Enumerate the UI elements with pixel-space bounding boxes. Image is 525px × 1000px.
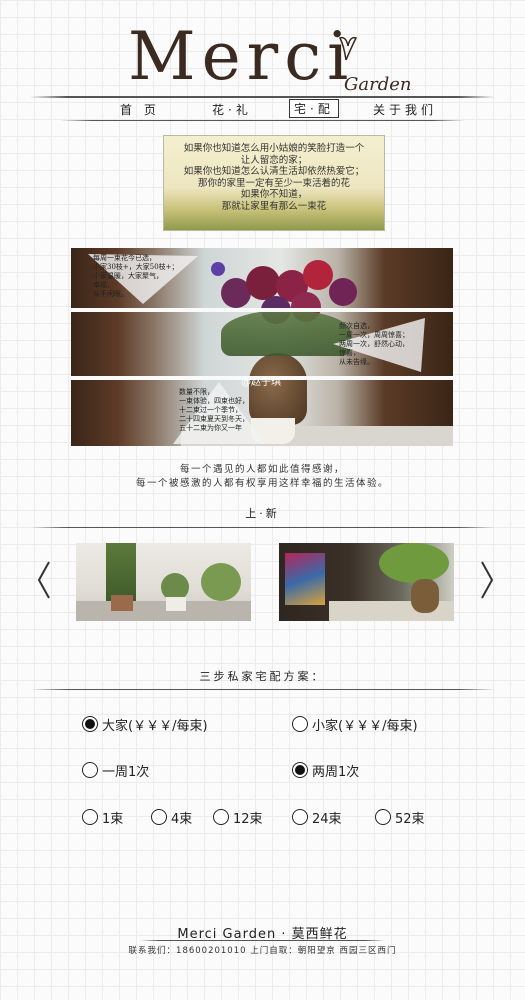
intro-box: 如果你也知道怎么用小姑娘的笑脸打造一个 让人留恋的家； 如果你也知道怎么认清生活…: [163, 135, 385, 231]
option-label: 1束: [102, 811, 124, 827]
image-band: [71, 308, 453, 312]
note-line: 幸福，: [93, 281, 114, 289]
carousel-next-button[interactable]: [479, 560, 495, 609]
plant: [379, 543, 449, 583]
section-divider: [30, 689, 495, 690]
note-line: 小家温暖，大家聚气，: [93, 272, 163, 280]
intro-line: 如果你不知道，: [240, 189, 308, 200]
carousel-thumb-plants[interactable]: [76, 543, 251, 621]
option-label: 小家(￥￥￥/每束): [312, 718, 418, 734]
radio-icon[interactable]: [375, 809, 391, 825]
option-label: 52束: [395, 811, 425, 827]
chevron-right-icon: [481, 561, 494, 599]
option-label: 4束: [171, 811, 193, 827]
flower: [246, 266, 280, 300]
note-line: 惊喜，: [339, 349, 360, 357]
radio-icon[interactable]: [82, 716, 98, 732]
tagline-line: 每一个被感激的人都有权享用这样幸福的生活体验。: [135, 478, 389, 489]
radio-icon[interactable]: [151, 809, 167, 825]
plant: [106, 543, 136, 603]
note-line: 数量不限，: [179, 388, 214, 396]
note-line: 从不闲眼。: [93, 290, 128, 298]
option-label: 一周1次: [102, 764, 150, 780]
flower: [303, 260, 333, 290]
plant: [201, 563, 241, 601]
nav-item-gifts[interactable]: 花·礼: [212, 101, 252, 118]
hero-note-bottom: 数量不限， 一束体验，四束也好， 十二束过一个季节， 二十四束夏天到冬天， 五十…: [179, 388, 249, 433]
option-label: 24束: [312, 811, 342, 827]
radio-dot: [85, 719, 95, 729]
chevron-left-icon: [37, 561, 50, 599]
nav-item-home[interactable]: 首 页: [120, 101, 160, 118]
logo-text: Merci: [128, 18, 355, 95]
note-line: 从未告缘。: [339, 358, 374, 366]
flower: [329, 278, 357, 306]
radio-dot: [295, 765, 305, 775]
pot: [166, 597, 186, 611]
intro-line: 让人留恋的家；: [240, 154, 308, 166]
intro-line: 如果你也知道怎么认清生活却依然热爱它；: [183, 166, 365, 177]
note-line: 十二束过一个季节，: [179, 406, 242, 414]
header-divider: [30, 96, 495, 98]
intro-line: 如果你也知道怎么用小姑娘的笑脸打造一个: [183, 143, 365, 154]
note-line: 一束体验，四束也好，: [179, 397, 249, 405]
option-label: 两周1次: [312, 764, 360, 780]
option-size-small[interactable]: 小家(￥￥￥/每束): [292, 713, 418, 735]
section-divider: [30, 527, 495, 528]
carousel-prev-button[interactable]: [36, 560, 52, 609]
watermark: @赵子琪: [241, 377, 281, 388]
radio-icon[interactable]: [82, 762, 98, 778]
carousel-thumb-table[interactable]: [279, 543, 454, 621]
shelf: [76, 601, 251, 621]
option-qty-1[interactable]: 1束: [82, 806, 123, 828]
hero-note-left: 每周一束花今已选， 小家30枝+，大家50枝+； 小家温暖，大家聚气， 幸福， …: [93, 254, 179, 299]
section-title-new: 上·新: [245, 507, 280, 520]
intro-line: 那就让家里有那么一束花: [221, 200, 327, 212]
hero-note-right: 频次自选， 一周一次，周周惊喜； 两周一次，舒然心动， 惊喜， 从未告缘。: [339, 322, 409, 367]
note-line: 两周一次，舒然心动，: [339, 340, 409, 348]
note-line: 五十二束为你又一年: [179, 424, 242, 432]
flower: [211, 262, 225, 276]
note-line: 每周一束花今已选，: [93, 254, 156, 262]
option-freq-biweekly[interactable]: 两周1次: [292, 759, 359, 781]
note-line: 一周一次，周周惊喜；: [339, 331, 409, 339]
option-freq-weekly[interactable]: 一周1次: [82, 759, 149, 781]
radio-icon[interactable]: [292, 809, 308, 825]
tagline: 每一个遇见的人都如此值得感谢， 每一个被感激的人都有权享用这样幸福的生活体验。: [0, 463, 525, 491]
option-label: 12束: [233, 811, 263, 827]
nav-item-about[interactable]: 关于我们: [373, 101, 437, 118]
intro-line: 那你的家里一定有至少一束活着的花: [197, 177, 350, 189]
option-qty-12[interactable]: 12束: [213, 806, 263, 828]
radio-icon[interactable]: [213, 809, 229, 825]
radio-icon[interactable]: [292, 716, 308, 732]
option-label: 大家(￥￥￥/每束): [102, 718, 208, 734]
note-line: 频次自选，: [339, 322, 374, 330]
footer-divider: [140, 940, 385, 941]
option-qty-52[interactable]: 52束: [375, 806, 425, 828]
note-line: 小家30枝+，大家50枝+；: [93, 263, 179, 271]
leaf-icon: [338, 36, 358, 61]
option-qty-24[interactable]: 24束: [292, 806, 342, 828]
radio-icon[interactable]: [292, 762, 308, 778]
nav-item-delivery[interactable]: 宅·配: [289, 99, 339, 118]
brand-logo[interactable]: Merci Garden: [128, 14, 428, 100]
logo-subtext: Garden: [344, 74, 412, 95]
decor: [285, 553, 325, 605]
nav-divider: [60, 120, 465, 121]
section-title-plan: 三步私家宅配方案：: [199, 670, 326, 683]
vase: [411, 579, 439, 613]
main-nav: 首 页 花·礼 宅·配 关于我们: [0, 99, 525, 119]
note-line: 二十四束夏天到冬天，: [179, 415, 249, 423]
footer-contact: 联系我们：18600201010 上门自取：朝阳望京 西园三区西门: [128, 946, 397, 956]
hero-image: 每周一束花今已选， 小家30枝+，大家50枝+； 小家温暖，大家聚气， 幸福， …: [71, 248, 453, 446]
radio-icon[interactable]: [82, 809, 98, 825]
option-size-large[interactable]: 大家(￥￥￥/每束): [82, 713, 208, 735]
pot: [111, 595, 133, 611]
tagline-line: 每一个遇见的人都如此值得感谢，: [179, 464, 345, 475]
option-qty-4[interactable]: 4束: [151, 806, 192, 828]
